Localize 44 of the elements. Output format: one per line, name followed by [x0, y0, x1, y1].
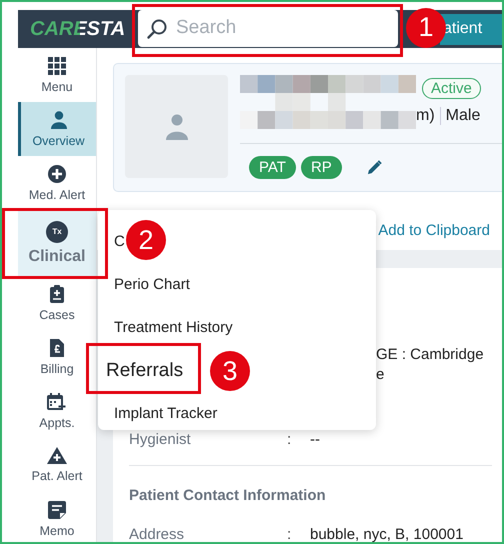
- warning-icon: [47, 447, 67, 464]
- step-number-badge: 3: [210, 351, 250, 391]
- sidebar-item[interactable]: Tx Clinical: [18, 210, 96, 276]
- field-value: e: [376, 365, 386, 385]
- status-badge: Active: [422, 78, 481, 99]
- dropdown-option[interactable]: C: [114, 233, 125, 250]
- gender-text: Male: [444, 107, 480, 125]
- pencil-icon[interactable]: [366, 160, 382, 175]
- tag-badge: RP: [300, 156, 342, 179]
- field-label: Hygienist: [129, 431, 192, 448]
- plus-circle-icon: [48, 164, 66, 182]
- note-icon: [48, 500, 66, 518]
- clipboard-icon: [49, 284, 65, 302]
- tag-badge: PAT: [249, 156, 296, 179]
- add-to-clipboard-link[interactable]: Add to Clipboard: [378, 222, 490, 238]
- sidebar-item[interactable]: Pat. Alert: [18, 438, 96, 492]
- field-value: bubble, nyc, B, 100001: [310, 526, 464, 542]
- field-label: Address: [129, 526, 186, 542]
- search-icon: [146, 18, 168, 40]
- step-number-badge: 1: [406, 8, 446, 48]
- age-text: m): [416, 107, 441, 125]
- sidebar-item[interactable]: Billing: [18, 330, 96, 384]
- dropdown-option[interactable]: Perio Chart: [114, 276, 190, 293]
- calendar-icon: [47, 392, 67, 410]
- sidebar-item[interactable]: Med. Alert: [18, 156, 96, 210]
- sidebar-item[interactable]: Menu: [18, 48, 96, 102]
- document-icon: [50, 338, 64, 356]
- person-icon: [164, 114, 188, 140]
- field-value: GE : Cambridge: [376, 345, 485, 365]
- sidebar-item[interactable]: Cases: [18, 276, 96, 330]
- dropdown-option[interactable]: Implant Tracker: [114, 405, 218, 422]
- sidebar-item[interactable]: Memo: [18, 492, 96, 542]
- dropdown-option[interactable]: Referrals: [106, 360, 184, 382]
- sidebar-item[interactable]: Overview: [18, 102, 96, 156]
- separator-text: :: [287, 431, 292, 448]
- sidebar-item[interactable]: Appts.: [18, 384, 96, 438]
- dropdown-option[interactable]: Treatment History: [114, 319, 233, 336]
- section-heading: Patient Contact Information: [129, 487, 327, 504]
- person-icon: [50, 110, 66, 128]
- grid-icon: [48, 56, 66, 74]
- separator-text: :: [287, 526, 292, 542]
- field-value: --: [310, 431, 321, 448]
- search-field[interactable]: Search: [138, 10, 398, 46]
- treatment-icon: Tx: [46, 220, 68, 242]
